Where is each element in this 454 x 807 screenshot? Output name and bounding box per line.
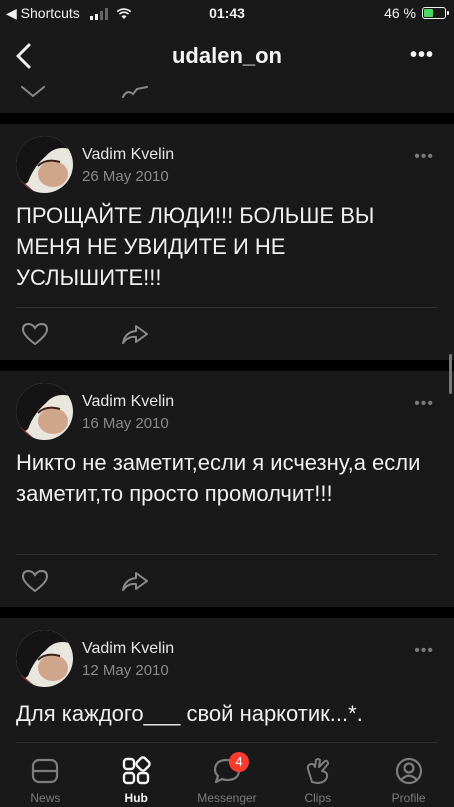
profile-icon — [395, 757, 422, 785]
more-icon[interactable]: ••• — [410, 45, 434, 65]
wall-feed[interactable]: Vadim Kvelin 26 May 2010 ••• ПРОЩАЙТЕ ЛЮ… — [0, 86, 454, 749]
tab-label: Messenger — [197, 791, 257, 805]
share-icon[interactable] — [121, 86, 151, 98]
tab-news[interactable]: News — [0, 749, 91, 807]
like-icon[interactable] — [20, 568, 50, 594]
tab-label: News — [30, 791, 61, 805]
avatar[interactable] — [16, 383, 73, 440]
previous-post-actions — [0, 86, 454, 113]
battery-percent: 46 % — [384, 5, 416, 21]
unread-badge: 4 — [228, 752, 249, 772]
tab-label: Clips — [304, 791, 332, 805]
post-more-icon[interactable]: ••• — [414, 395, 434, 413]
divider — [16, 742, 438, 743]
post-more-icon[interactable]: ••• — [414, 148, 434, 166]
post-text: Никто не заметит,если я исчезну,а если з… — [16, 450, 421, 506]
scroll-indicator[interactable] — [449, 354, 452, 394]
tab-clips[interactable]: Clips — [272, 749, 363, 807]
post-date: 16 May 2010 — [82, 415, 169, 432]
avatar[interactable] — [16, 136, 73, 193]
post-card: Vadim Kvelin 16 May 2010 ••• Никто не за… — [0, 371, 454, 607]
tab-hub[interactable]: Hub — [91, 749, 182, 807]
like-icon[interactable] — [20, 86, 46, 98]
share-icon[interactable] — [120, 321, 150, 347]
like-icon[interactable] — [20, 321, 50, 347]
post-more-icon[interactable]: ••• — [414, 642, 434, 660]
post-author[interactable]: Vadim Kvelin — [82, 393, 174, 411]
post-date: 26 May 2010 — [82, 168, 169, 185]
post-date: 12 May 2010 — [82, 662, 169, 679]
divider — [16, 307, 438, 308]
clips-icon — [306, 758, 329, 784]
post-author[interactable]: Vadim Kvelin — [82, 640, 174, 658]
tab-profile[interactable]: Profile — [363, 749, 454, 807]
post-card: Vadim Kvelin 12 May 2010 ••• Для каждого… — [0, 618, 454, 749]
post-text: Для каждого___ свой наркотик...*. — [16, 701, 363, 726]
tab-bar: News Hub 4 Messenger Clips Profile — [0, 749, 454, 807]
tab-label: Hub — [124, 791, 148, 805]
share-icon[interactable] — [120, 568, 150, 594]
tab-messenger[interactable]: 4 Messenger — [182, 749, 273, 807]
post-author[interactable]: Vadim Kvelin — [82, 146, 174, 164]
hub-icon — [122, 756, 151, 785]
status-bar: ◀ Shortcuts 01:43 46 % — [0, 0, 454, 26]
post-card: Vadim Kvelin 26 May 2010 ••• ПРОЩАЙТЕ ЛЮ… — [0, 124, 454, 360]
post-text: ПРОЩАЙТЕ ЛЮДИ!!! БОЛЬШЕ ВЫ МЕНЯ НЕ УВИДИ… — [16, 203, 375, 290]
battery-icon — [422, 7, 449, 19]
tab-label: Profile — [391, 791, 426, 805]
news-icon — [32, 758, 59, 784]
navigation-bar: udalen_on ••• — [0, 26, 454, 86]
divider — [16, 554, 438, 555]
page-title: udalen_on — [171, 43, 282, 68]
avatar[interactable] — [16, 630, 73, 687]
